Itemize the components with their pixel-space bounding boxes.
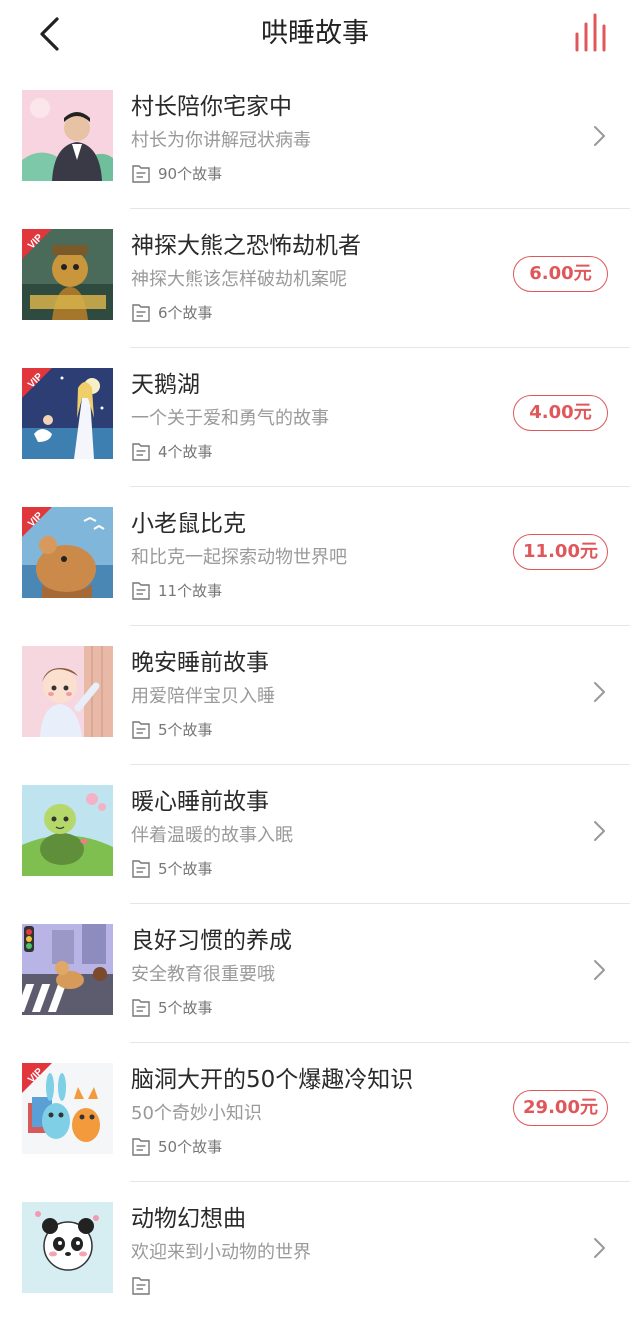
story-subtitle: 安全教育很重要哦 [131,964,275,985]
story-cover-image [22,785,113,876]
story-title: 脑洞大开的50个爆趣冷知识 [131,1067,414,1093]
story-cover-image [22,924,113,1015]
story-meta: 5个故事 [131,858,213,880]
story-count: 90个故事 [158,165,223,183]
story-cover-image: VIP [22,1063,113,1154]
story-subtitle: 欢迎来到小动物的世界 [131,1242,311,1263]
story-item[interactable]: 暖心睡前故事 伴着温暖的故事入眠 5个故事 [0,765,630,904]
story-title: 小老鼠比克 [131,511,246,537]
story-title: 晚安睡前故事 [131,650,269,676]
price-button[interactable]: 6.00元 [513,256,608,292]
story-count: 50个故事 [158,1138,223,1156]
story-meta: 6个故事 [131,302,213,324]
story-count: 6个故事 [158,304,213,322]
list-icon [132,721,150,739]
story-meta: 90个故事 [131,163,222,185]
story-meta: 11个故事 [131,580,222,602]
story-meta [131,1275,158,1297]
story-subtitle: 伴着温暖的故事入眠 [131,825,293,846]
story-subtitle: 村长为你讲解冠状病毒 [131,130,311,151]
story-item[interactable]: VIP 天鹅湖 一个关于爱和勇气的故事 4个故事 4.00元 [0,348,630,487]
list-icon [132,443,150,461]
story-count: 5个故事 [158,999,213,1017]
list-icon [132,1277,150,1295]
list-icon [132,1138,150,1156]
story-title: 动物幻想曲 [131,1206,246,1232]
story-title: 良好习惯的养成 [131,928,292,954]
header-bar: 哄睡故事 [0,0,630,70]
chevron-right-icon [594,960,605,980]
story-count: 5个故事 [158,860,213,878]
story-item[interactable]: VIP 小老鼠比克 和比克一起探索动物世界吧 11个故事 11.00元 [0,487,630,626]
story-title: 神探大熊之恐怖劫机者 [131,233,361,259]
chevron-right-icon [594,126,605,146]
story-subtitle: 50个奇妙小知识 [131,1103,262,1124]
story-subtitle: 和比克一起探索动物世界吧 [131,547,347,568]
story-title: 村长陪你宅家中 [131,94,292,120]
chevron-right-icon [594,821,605,841]
price-button[interactable]: 4.00元 [513,395,608,431]
story-subtitle: 神探大熊该怎样破劫机案呢 [131,269,347,290]
story-meta: 5个故事 [131,997,213,1019]
list-icon [132,304,150,322]
price-button[interactable]: 29.00元 [513,1090,608,1126]
story-item[interactable]: 动物幻想曲 欢迎来到小动物的世界 [0,1182,630,1321]
story-item[interactable]: VIP 神探大熊之恐怖劫机者 神探大熊该怎样破劫机案呢 6个故事 6.00元 [0,209,630,348]
story-cover-image: VIP [22,507,113,598]
list-icon [132,860,150,878]
list-icon [132,165,150,183]
story-meta: 50个故事 [131,1136,222,1158]
story-meta: 5个故事 [131,719,213,741]
price-button[interactable]: 11.00元 [513,534,608,570]
story-cover-image: VIP [22,368,113,459]
story-cover-image [22,646,113,737]
story-item[interactable]: VIP 脑洞大开的50个爆趣冷知识 50个奇妙小知识 50个故事 29.00元 [0,1043,630,1182]
story-title: 天鹅湖 [131,372,200,398]
chevron-right-icon [594,1238,605,1258]
story-count: 5个故事 [158,721,213,739]
story-item[interactable]: 村长陪你宅家中 村长为你讲解冠状病毒 90个故事 [0,70,630,209]
chevron-right-icon [594,682,605,702]
story-count: 4个故事 [158,443,213,461]
story-cover-image [22,1202,113,1293]
story-subtitle: 用爱陪伴宝贝入睡 [131,686,275,707]
list-icon [132,999,150,1017]
story-list: 村长陪你宅家中 村长为你讲解冠状病毒 90个故事 VIP 神探大熊之恐怖劫机者 … [0,70,630,1321]
page-title: 哄睡故事 [261,18,369,49]
story-item[interactable]: 晚安睡前故事 用爱陪伴宝贝入睡 5个故事 [0,626,630,765]
story-count: 11个故事 [158,582,223,600]
story-title: 暖心睡前故事 [131,789,269,815]
story-subtitle: 一个关于爱和勇气的故事 [131,408,329,429]
story-meta: 4个故事 [131,441,213,463]
audio-player-button[interactable] [572,12,614,54]
story-cover-image [22,90,113,181]
story-cover-image: VIP [22,229,113,320]
audio-bars-icon [575,13,606,52]
list-icon [132,582,150,600]
story-item[interactable]: 良好习惯的养成 安全教育很重要哦 5个故事 [0,904,630,1043]
